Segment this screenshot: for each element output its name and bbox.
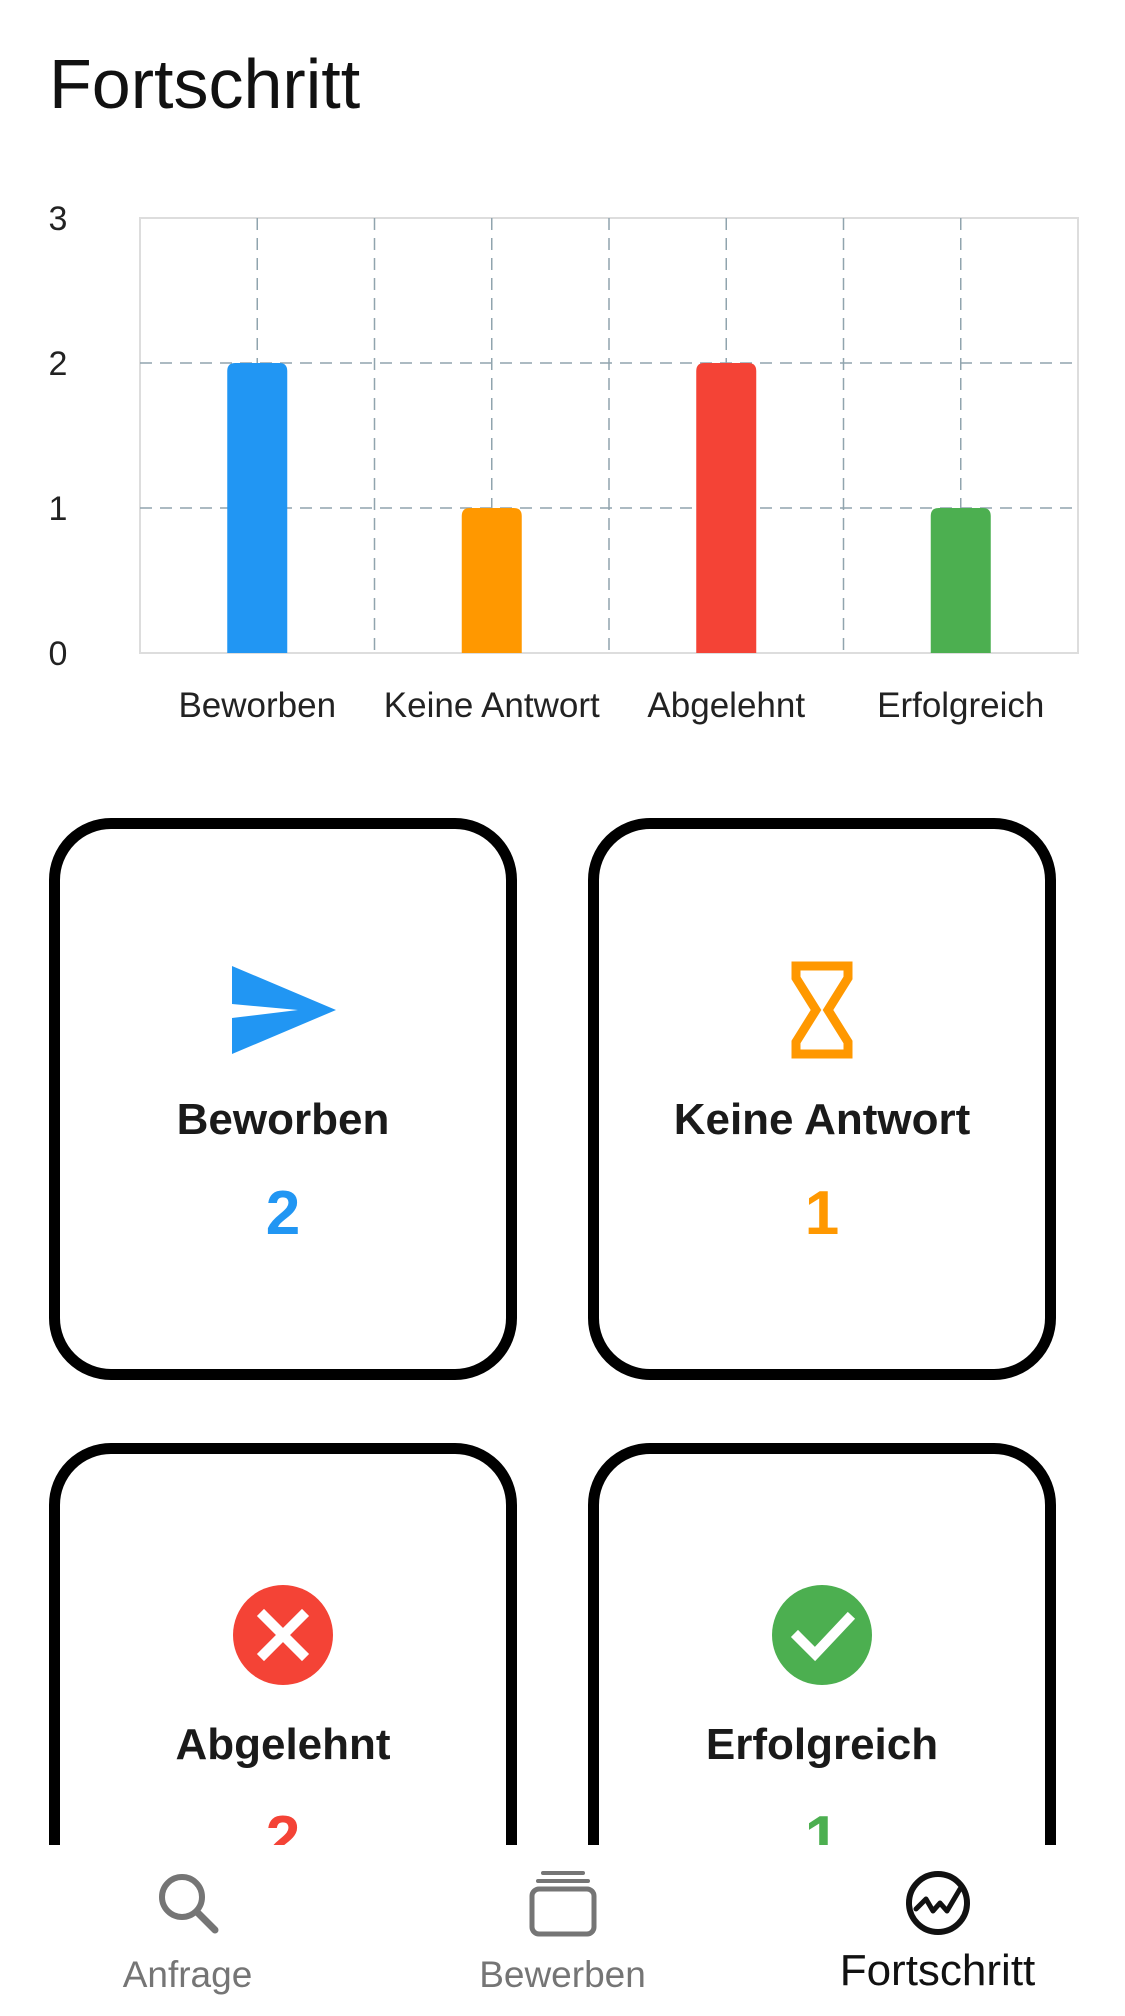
search-icon [158, 1874, 218, 1934]
nav-item-fortschritt[interactable]: Fortschritt [750, 1845, 1125, 2016]
status-cards: Beworben 2 Keine Antwort 1 Abgelehnt 2 E… [0, 0, 1125, 1845]
card-count: 1 [804, 1804, 840, 1845]
card-count: 1 [804, 1179, 840, 1248]
cancel-circle-icon [228, 1585, 338, 1685]
nav-item-bewerben[interactable]: Bewerben [375, 1845, 750, 2016]
card-beworben[interactable]: Beworben 2 [49, 818, 517, 1380]
stack-icon [529, 1871, 596, 1937]
nav-label: Bewerben [479, 1954, 646, 1995]
check-circle-icon [767, 1585, 877, 1685]
card-label: Beworben [176, 1095, 390, 1144]
card-abgelehnt[interactable]: Abgelehnt 2 [49, 1443, 517, 1845]
card-label: Abgelehnt [175, 1720, 391, 1769]
send-icon [228, 960, 338, 1060]
hourglass-icon [767, 960, 877, 1060]
card-keine-antwort[interactable]: Keine Antwort 1 [588, 818, 1056, 1380]
bottom-navigation: Anfrage Bewerben Fortschritt [0, 1845, 1125, 2016]
card-count: 2 [265, 1179, 301, 1248]
nav-label: Anfrage [122, 1954, 253, 1995]
card-count: 2 [265, 1804, 301, 1845]
card-label: Keine Antwort [673, 1095, 971, 1144]
nav-label: Fortschritt [839, 1946, 1036, 1995]
card-label: Erfolgreich [705, 1720, 939, 1769]
progress-chart-icon [905, 1871, 970, 1935]
nav-item-anfrage[interactable]: Anfrage [0, 1845, 375, 2016]
card-erfolgreich[interactable]: Erfolgreich 1 [588, 1443, 1056, 1845]
